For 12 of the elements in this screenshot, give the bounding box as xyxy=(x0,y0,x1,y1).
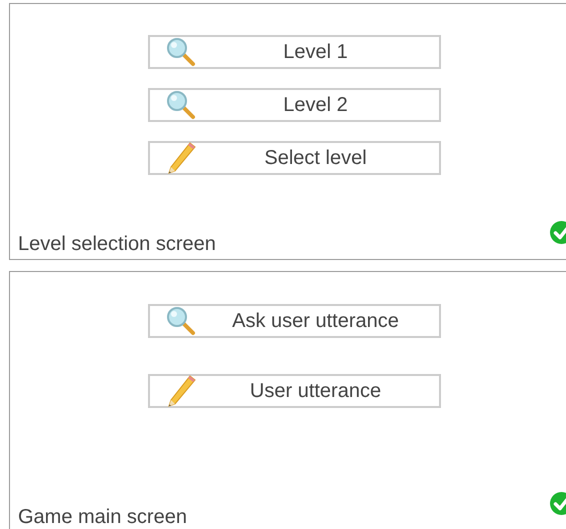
edit-button[interactable]: User utterance xyxy=(148,374,441,408)
search-button[interactable]: Level 1 xyxy=(148,35,441,69)
magnifier-icon xyxy=(166,37,196,67)
magnifier-icon xyxy=(166,306,196,336)
search-button[interactable]: Level 2 xyxy=(148,88,441,122)
magnifier-icon xyxy=(166,90,196,120)
pencil-icon xyxy=(166,141,196,175)
edit-button[interactable]: Select level xyxy=(148,141,441,175)
screen-title: Game main screen xyxy=(18,506,187,529)
screen-title: Level selection screen xyxy=(18,233,216,256)
pencil-icon xyxy=(166,374,196,408)
search-button[interactable]: Ask user utterance xyxy=(148,304,441,338)
